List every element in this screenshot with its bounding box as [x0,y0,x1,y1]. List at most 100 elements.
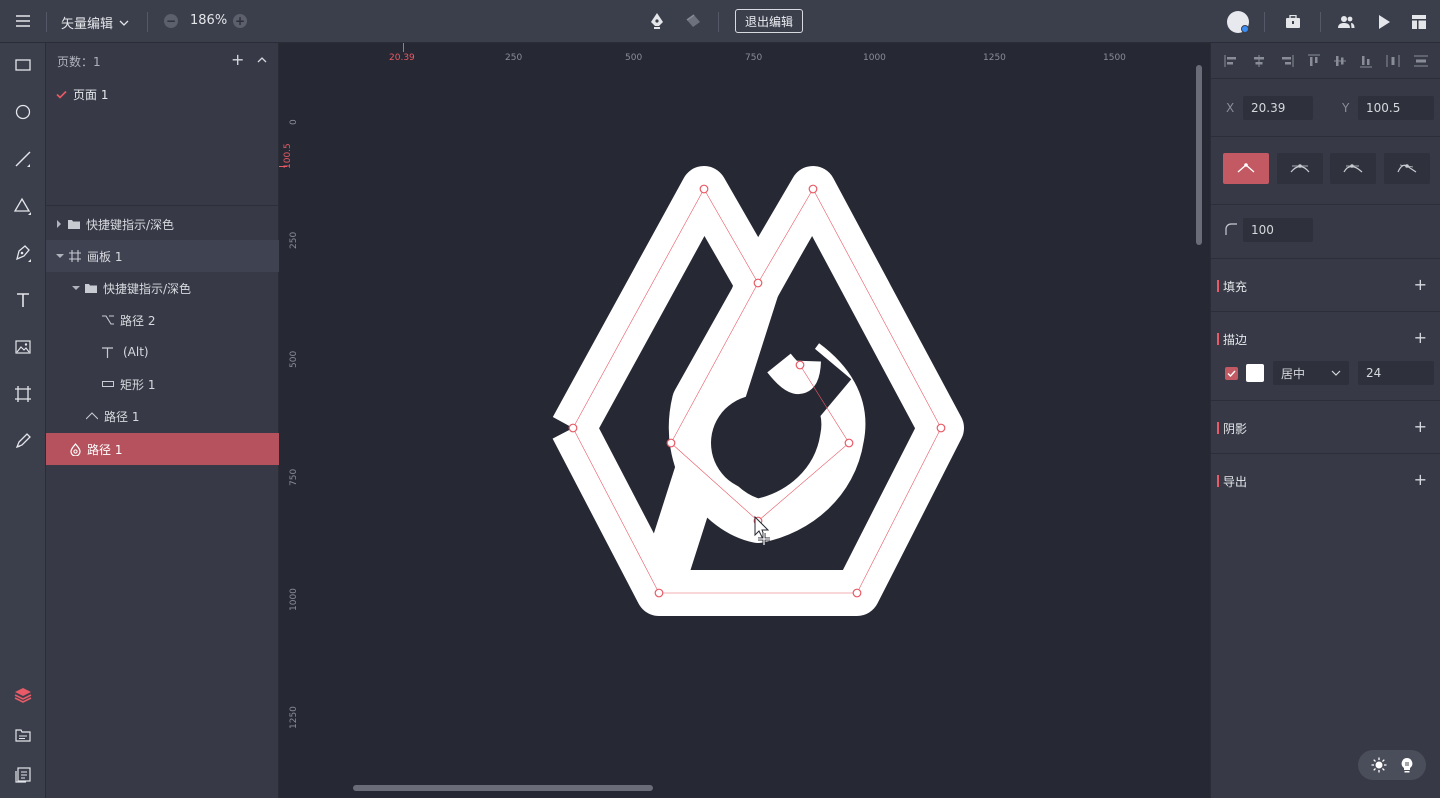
add-page-button[interactable]: + [231,50,244,69]
layer-row-selected[interactable]: 路径 1 [46,433,279,465]
zoom-level[interactable]: 186% [190,13,227,28]
play-icon[interactable] [1374,12,1394,32]
check-icon [56,90,67,99]
image-tool-icon[interactable] [8,332,38,362]
exit-edit-button[interactable]: 退出编辑 [735,9,803,33]
corner-point-button[interactable] [1223,153,1269,184]
layer-label: (Alt) [123,345,149,359]
canvas[interactable]: 20.39 250 500 750 1000 1250 1500 100.5 0… [279,43,1210,798]
top-bar: 矢量编辑 − 186% + 退出编辑 [0,0,1440,43]
layer-row[interactable]: 矩形 1 [46,368,279,400]
align-right-icon[interactable] [1280,54,1294,67]
path-icon [86,412,98,420]
align-center-v-icon[interactable] [1334,54,1346,68]
assets-icon[interactable] [8,720,38,750]
drop-hole [711,395,807,491]
divider [1211,204,1440,205]
artboard-tool-icon[interactable] [8,379,38,409]
align-center-h-icon[interactable] [1252,54,1266,67]
pen-nib-icon[interactable] [647,11,667,31]
horizontal-scrollbar[interactable] [353,785,653,791]
align-bottom-icon[interactable] [1360,54,1372,68]
x-label: X [1226,101,1235,115]
page-item[interactable]: 页面 1 [56,86,108,103]
layer-row[interactable]: 路径 1 [46,400,279,432]
mode-dropdown[interactable]: 矢量编辑 [61,13,129,32]
stroke-width-input[interactable]: 24 [1358,361,1434,385]
stroke-align-value: 居中 [1281,366,1306,381]
layer-row[interactable]: 快捷键指示/深色 [46,208,279,240]
stroke-enabled-checkbox[interactable] [1225,367,1238,380]
pencil-tool-icon[interactable] [8,426,38,456]
caret-down-icon[interactable] [56,253,64,259]
y-input[interactable]: 100.5 [1358,96,1434,120]
drop-icon [70,442,81,456]
chevron-down-icon [119,19,129,27]
layer-label: 画板 1 [87,249,123,264]
fill-section: 填充 + [1211,258,1440,311]
paint-bucket-icon[interactable] [683,11,703,31]
stroke-align-select[interactable]: 居中 [1273,361,1349,385]
distribute-v-icon[interactable] [1414,55,1428,67]
anchor-point [844,438,854,448]
zoom-out-button[interactable]: − [164,14,178,28]
online-status-dot [1241,25,1249,33]
folder-icon [85,283,97,293]
caret-down-icon[interactable] [72,285,80,291]
ellipse-tool-icon[interactable] [8,97,38,127]
pen-tool-icon[interactable] [8,238,38,268]
divider [1211,136,1440,137]
avatar[interactable] [1227,11,1249,33]
align-top-icon[interactable] [1308,54,1320,68]
layer-row[interactable]: 路径 2 [46,304,279,336]
path-icon [102,315,114,325]
add-export-button[interactable]: + [1414,470,1427,489]
artboard-icon [69,250,81,262]
x-input[interactable]: 20.39 [1243,96,1313,120]
zoom-in-button[interactable]: + [233,14,247,28]
collapse-pages-icon[interactable] [256,55,268,65]
anchor-point [795,360,805,370]
mirrored-point-button[interactable] [1277,153,1323,184]
disconnected-point-button[interactable] [1384,153,1430,184]
add-fill-button[interactable]: + [1414,275,1427,294]
text-icon [102,346,113,358]
layer-label: 快捷键指示/深色 [86,217,175,232]
toolbox-icon[interactable] [1283,12,1303,32]
layer-row[interactable]: 快捷键指示/深色 [46,272,279,304]
layout-icon[interactable] [1409,12,1429,32]
mode-label: 矢量编辑 [61,17,114,32]
stroke-section: 描边 + 居中 24 [1211,311,1440,400]
caret-right-icon[interactable] [56,220,62,228]
layer-label: 路径 1 [104,409,140,424]
asymmetric-point-button[interactable] [1330,153,1376,184]
layer-row[interactable]: (Alt) [46,336,279,368]
menu-icon[interactable] [12,11,34,31]
team-icon[interactable] [1336,12,1356,32]
distribute-h-icon[interactable] [1386,54,1400,67]
add-shadow-button[interactable]: + [1414,417,1427,436]
triangle-tool-icon[interactable] [8,191,38,221]
stroke-color-swatch[interactable] [1246,364,1264,382]
align-left-icon[interactable] [1224,54,1238,67]
line-tool-icon[interactable] [8,144,38,174]
vertical-scrollbar[interactable] [1196,65,1202,245]
page-item-label: 页面 1 [73,88,109,102]
components-icon[interactable] [8,760,38,790]
layers-icon[interactable] [8,680,38,710]
lightbulb-icon[interactable] [1400,757,1414,773]
rectangle-tool-icon[interactable] [8,50,38,80]
logo-artwork[interactable] [279,43,1210,798]
tool-rail [0,43,46,798]
fill-title: 填充 [1223,280,1248,294]
layer-row[interactable]: 画板 1 [46,240,279,272]
corner-radius-input[interactable]: 100 [1243,218,1313,242]
layer-label: 路径 1 [87,442,123,457]
text-tool-icon[interactable] [8,285,38,315]
shadow-section: 阴影 + [1211,400,1440,453]
theme-sun-icon[interactable] [1371,757,1387,773]
anchor-point [568,423,578,433]
corner-radius-icon [1225,223,1237,235]
anchor-point [699,184,709,194]
add-stroke-button[interactable]: + [1414,328,1427,347]
